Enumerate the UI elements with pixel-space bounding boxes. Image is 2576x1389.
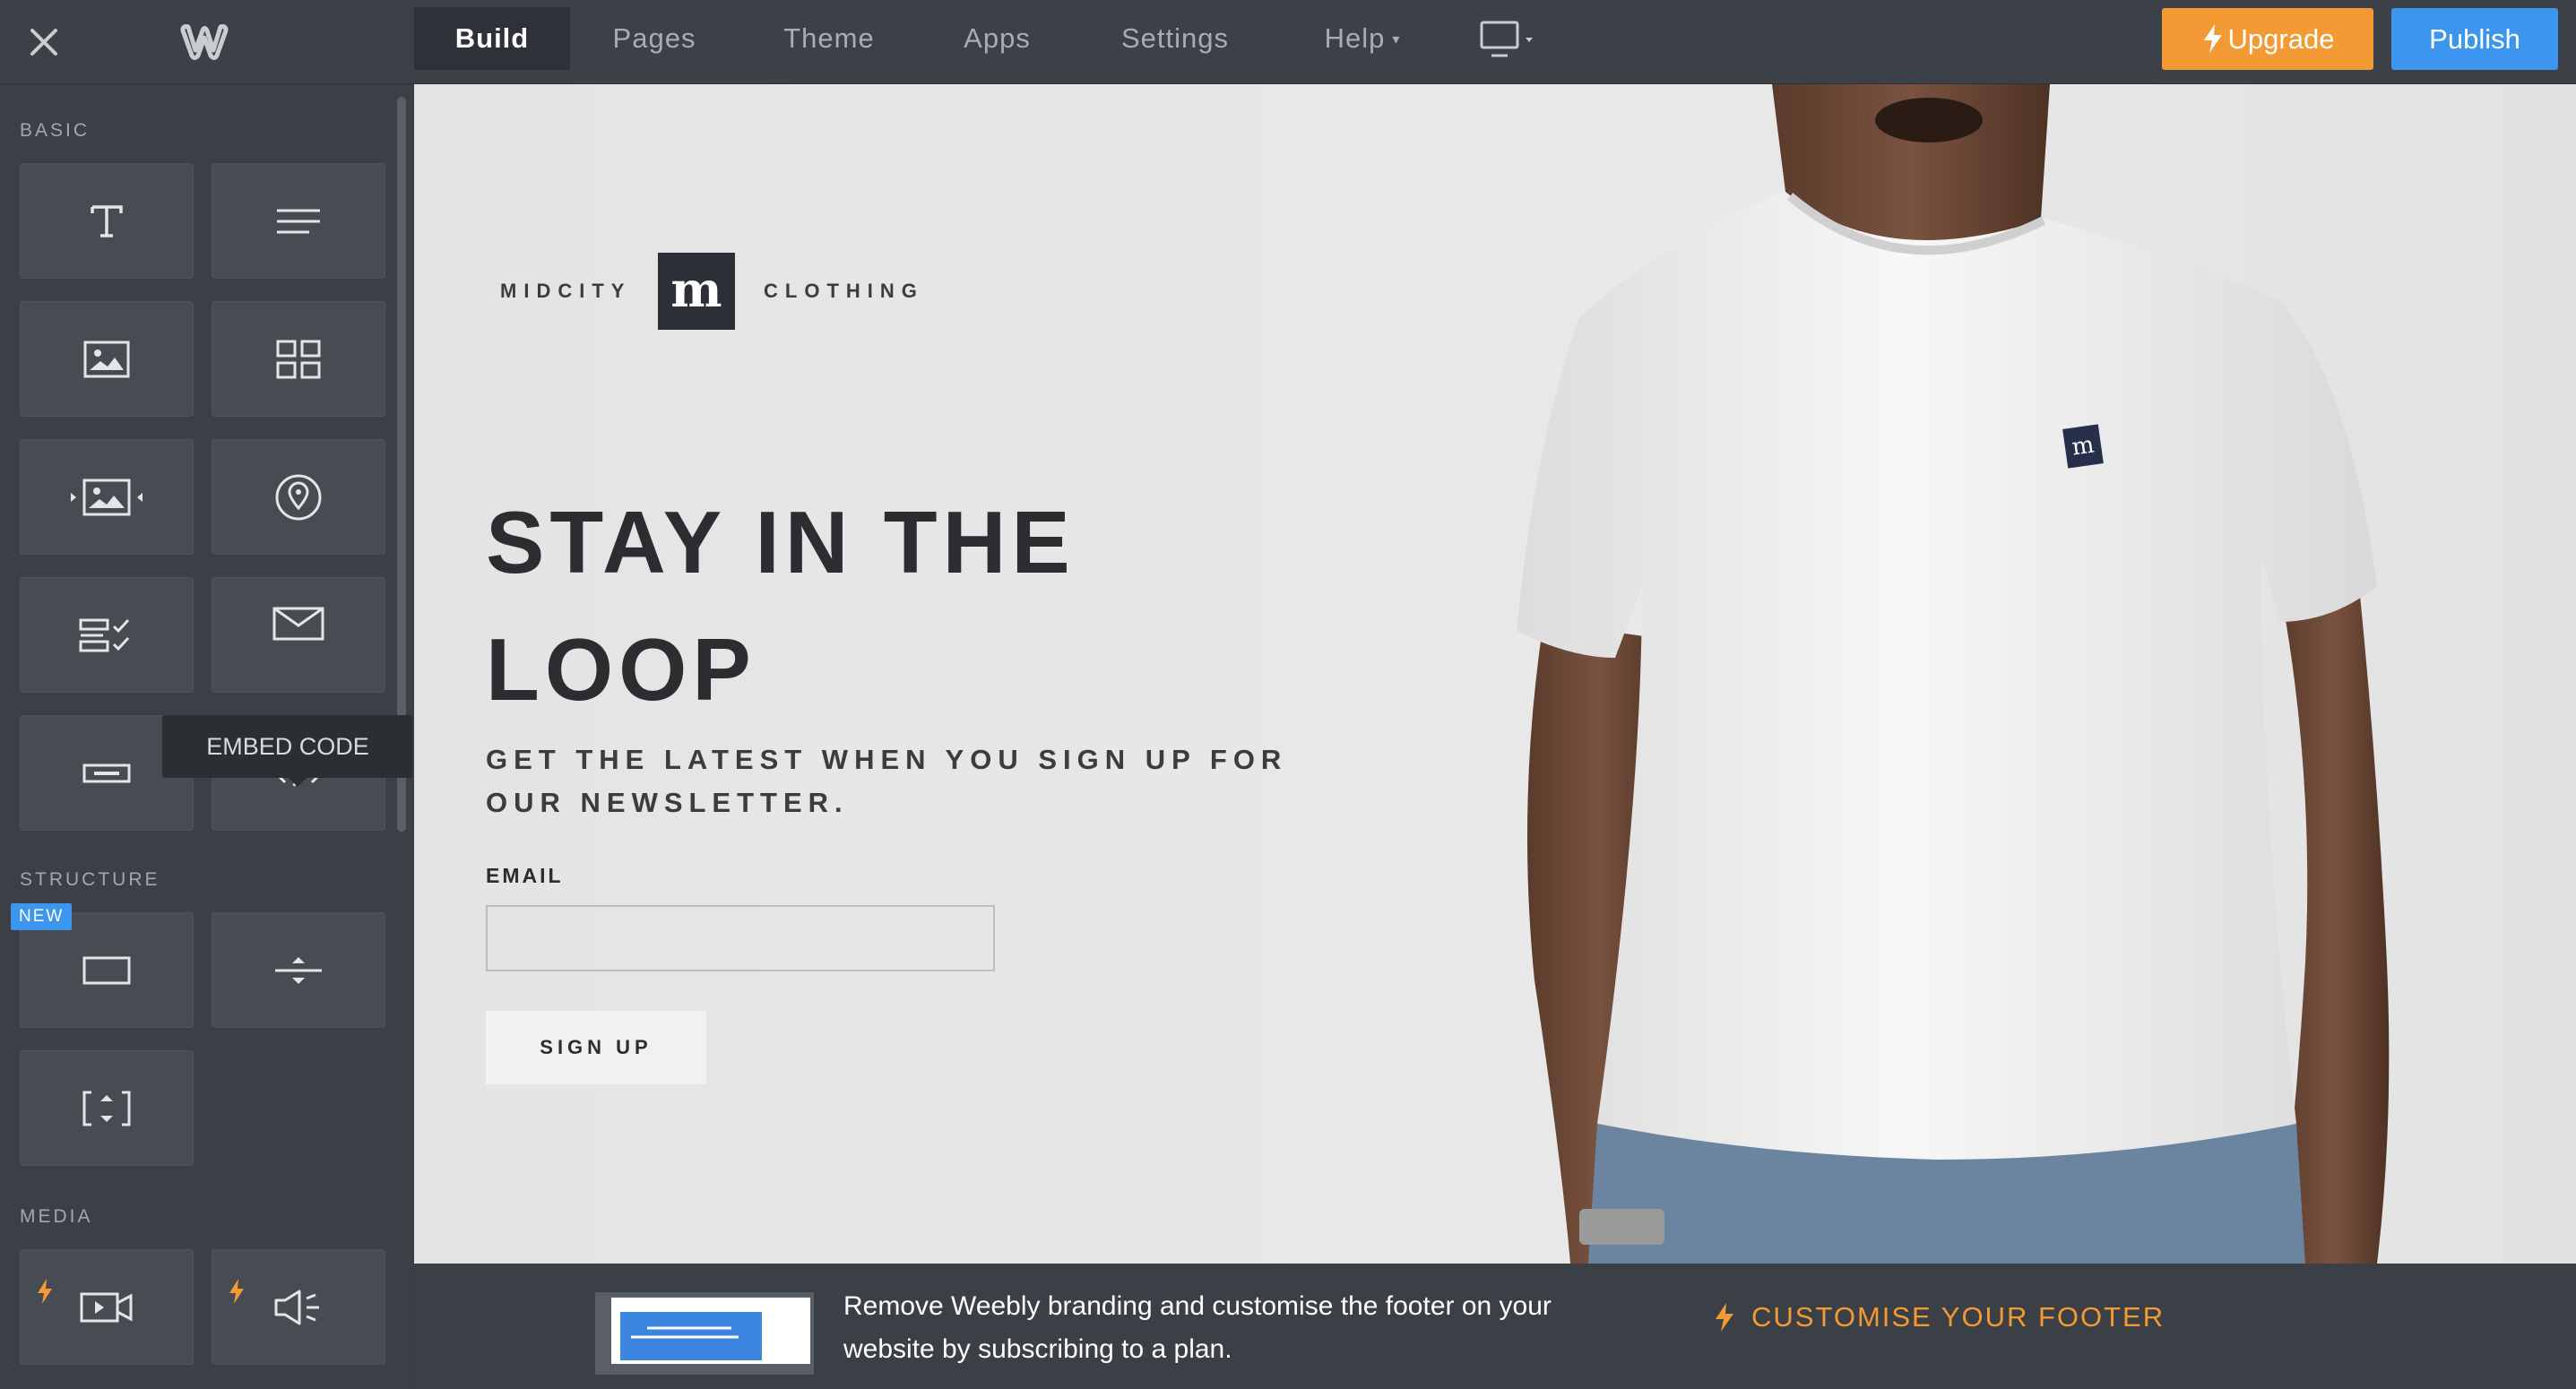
- spacer-icon: [82, 1091, 131, 1126]
- email-field[interactable]: [486, 905, 995, 971]
- tab-build[interactable]: Build: [414, 7, 570, 70]
- contact-form-icon: [79, 618, 130, 651]
- footer-promo-line2: website by subscribing to a plan.: [843, 1334, 1232, 1364]
- slideshow-element-tile[interactable]: [20, 439, 194, 555]
- slideshow-icon: [71, 479, 143, 515]
- text-element-tile[interactable]: [212, 163, 385, 279]
- weebly-logo-icon[interactable]: [177, 18, 231, 63]
- footer-promo-bar: Remove Weebly branding and customise the…: [414, 1264, 2576, 1389]
- footer-promo-line1: Remove Weebly branding and customise the…: [843, 1291, 1552, 1321]
- tab-help[interactable]: Help ▾: [1291, 7, 1434, 70]
- divider-element-tile[interactable]: [212, 912, 385, 1028]
- lightning-icon: [1716, 1302, 1733, 1332]
- spacer-element-tile[interactable]: [20, 1050, 194, 1166]
- tab-settings[interactable]: Settings: [1094, 7, 1257, 70]
- device-preview-icon[interactable]: [1479, 20, 1540, 63]
- premium-lightning-icon: [38, 1279, 52, 1304]
- map-icon: [275, 474, 322, 520]
- element-sidebar: BASIC EMBED CODE STRUCTURE NEW MEDIA: [0, 84, 412, 1389]
- video-icon: [80, 1292, 133, 1322]
- section-structure-label: STRUCTURE: [20, 869, 160, 890]
- embed-code-tooltip: EMBED CODE: [162, 715, 412, 778]
- tab-pages[interactable]: Pages: [583, 7, 726, 70]
- footer-preview-thumbnail: [595, 1292, 814, 1375]
- gallery-icon: [276, 340, 321, 378]
- section-icon: [82, 956, 131, 984]
- new-badge: NEW: [11, 903, 73, 930]
- close-icon[interactable]: [23, 22, 65, 63]
- title-element-tile[interactable]: [20, 163, 194, 279]
- button-icon: [82, 764, 131, 782]
- customise-footer-link[interactable]: CUSTOMISE YOUR FOOTER: [1714, 1301, 2165, 1333]
- title-icon: [91, 204, 123, 237]
- image-icon: [83, 341, 130, 377]
- lightning-icon: [2203, 23, 2222, 53]
- tab-apps[interactable]: Apps: [932, 7, 1062, 70]
- publish-button[interactable]: Publish: [2391, 8, 2558, 70]
- map-element-tile[interactable]: [212, 439, 385, 555]
- svg-text:m: m: [670, 261, 722, 318]
- text-icon: [277, 209, 320, 233]
- hero-title: STAY IN THE LOOP: [486, 479, 1292, 733]
- page-canvas[interactable]: m MIDCITY m CLOTHING STAY IN THE LOOP GE…: [414, 84, 2576, 1264]
- contact-form-element-tile[interactable]: [20, 577, 194, 693]
- section-media-label: MEDIA: [20, 1206, 93, 1227]
- audio-icon: [274, 1290, 319, 1324]
- gallery-element-tile[interactable]: [212, 301, 385, 417]
- tooltip-arrow: [289, 778, 307, 787]
- image-element-tile[interactable]: [20, 301, 194, 417]
- premium-lightning-icon: [229, 1279, 244, 1304]
- audio-element-tile[interactable]: [212, 1249, 385, 1365]
- hero-title-line1: STAY IN THE: [486, 493, 1076, 591]
- newsletter-element-tile[interactable]: [212, 577, 385, 693]
- footer-promo-text: Remove Weebly branding and customise the…: [843, 1285, 1650, 1371]
- top-toolbar: Build Pages Theme Apps Settings Help ▾ Up…: [0, 0, 2576, 84]
- hero-title-line2: LOOP: [486, 620, 756, 719]
- brand-logo-icon: m: [658, 253, 735, 330]
- tab-theme[interactable]: Theme: [753, 7, 905, 70]
- hero-subtitle-line2: OUR NEWSLETTER.: [486, 787, 849, 818]
- sign-up-button[interactable]: SIGN UP: [486, 1011, 706, 1084]
- brand-name-left: MIDCITY: [500, 280, 632, 302]
- section-basic-label: BASIC: [20, 120, 91, 141]
- video-element-tile[interactable]: [20, 1249, 194, 1365]
- email-label: EMAIL: [486, 864, 564, 887]
- hero-subtitle: GET THE LATEST WHEN YOU SIGN UP FOR OUR …: [486, 738, 1292, 824]
- hero-subtitle-line1: GET THE LATEST WHEN YOU SIGN UP FOR: [486, 744, 1288, 775]
- upgrade-button[interactable]: Upgrade: [2162, 8, 2373, 70]
- newsletter-icon: [272, 607, 324, 641]
- divider-icon: [275, 956, 322, 984]
- brand-name-right: CLOTHING: [764, 280, 924, 302]
- caret-down-icon: ▾: [1392, 31, 1401, 47]
- svg-text:m: m: [2070, 431, 2096, 461]
